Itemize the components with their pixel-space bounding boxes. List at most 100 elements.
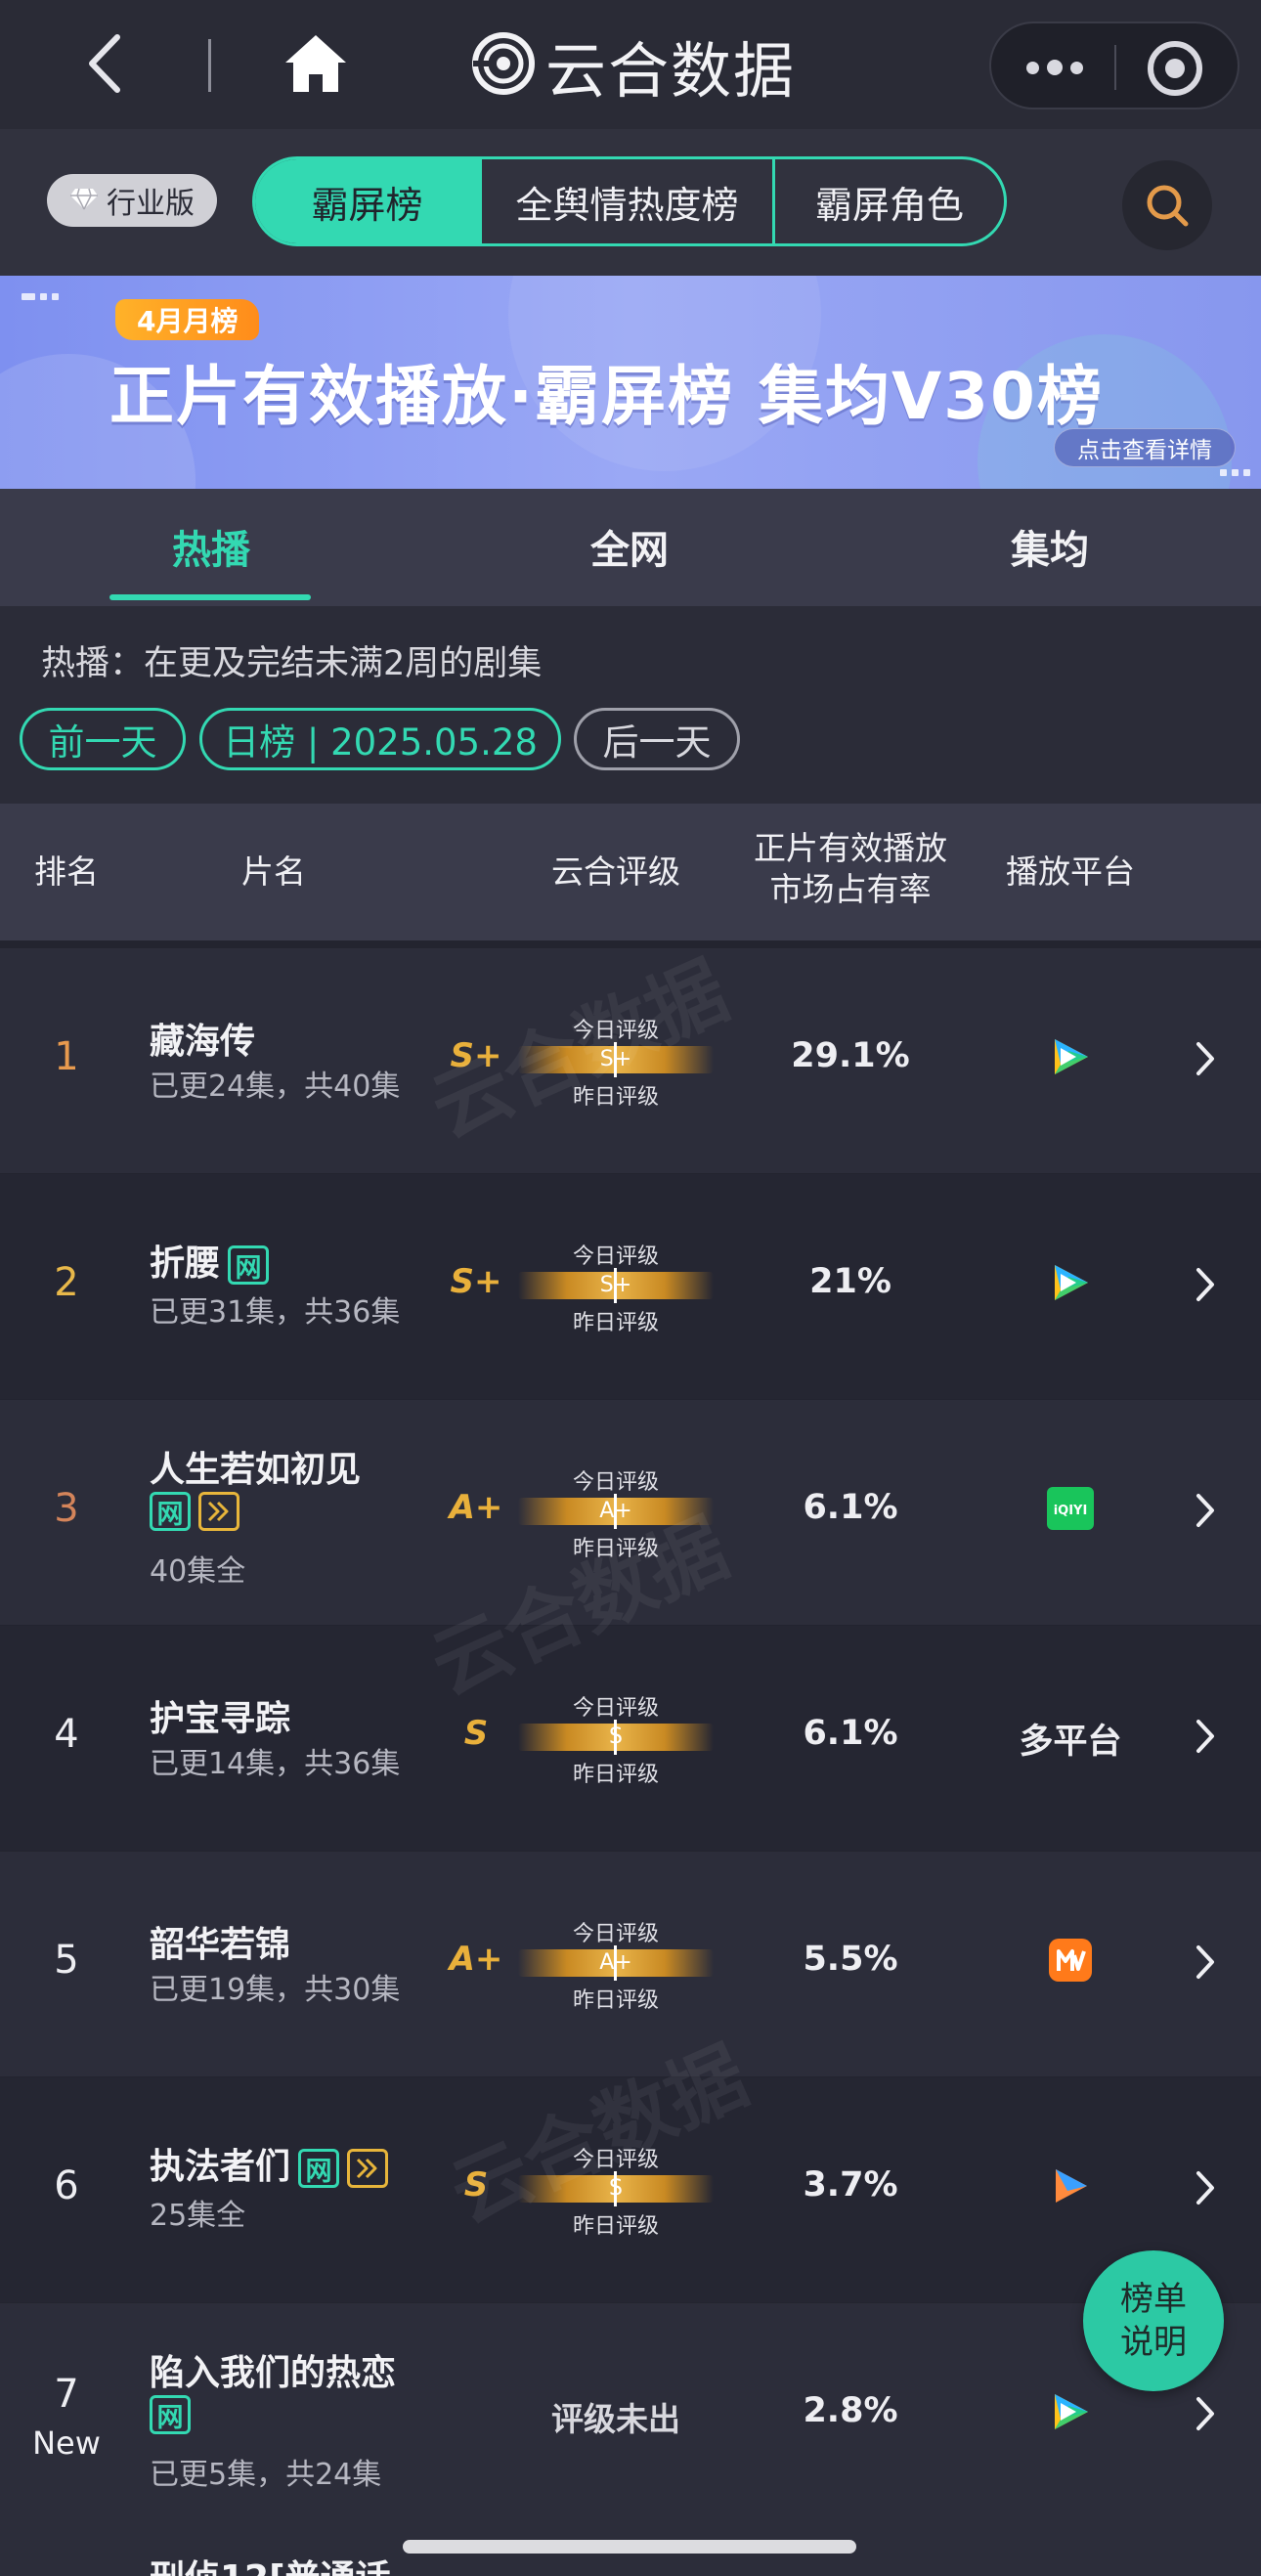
youku-icon	[978, 2163, 1163, 2208]
promo-banner[interactable]: 4月月榜 正片有效播放·霸屏榜 集均V30榜 点击查看详情	[0, 276, 1261, 489]
more-dots-icon[interactable]	[1011, 43, 1099, 92]
ranking-explanation-button[interactable]: 榜单 说明	[1083, 2250, 1224, 2391]
rating-bar-value: S+	[599, 1273, 632, 1297]
tab-per-episode[interactable]: 集均	[1011, 518, 1089, 575]
platform-label: 多平台	[1019, 1723, 1122, 1762]
tab-dominant-roles[interactable]: 霸屏角色	[775, 159, 1004, 243]
table-row[interactable]: 5 韶华若锦 已更19集，共30集 A+ 今日评级 A+ 昨日评级 5.5%	[0, 1852, 1261, 2076]
tab-all-network[interactable]: 全网	[590, 518, 669, 575]
episode-progress: 已更24集，共40集	[150, 1070, 401, 1104]
app-page: 云合数据 行业版 霸屏榜 全舆情热度榜 霸屏角色 4月月榜 正片有效播放·霸屏榜…	[0, 0, 1261, 2576]
today-rating-label: 今日评级	[572, 1019, 659, 1043]
home-icon[interactable]	[282, 31, 350, 96]
rating-bar-value: A+	[599, 1499, 632, 1523]
date-selector[interactable]: 日榜 | 2025.05.28	[199, 708, 561, 770]
today-rating-label: 今日评级	[572, 2148, 659, 2172]
svg-text:iQIYI: iQIYI	[1054, 1504, 1088, 1518]
tencent-video-icon	[978, 1260, 1163, 1305]
fab-label-line2: 说明	[1120, 2323, 1187, 2362]
industry-badge-label: 行业版	[107, 187, 195, 221]
tencent-video-icon	[978, 1034, 1163, 1079]
show-title: 执法者们网	[150, 2138, 389, 2189]
web-drama-tag: 网	[150, 2395, 191, 2434]
rank-number: 7	[54, 2372, 79, 2417]
active-tab-underline	[109, 594, 311, 600]
rating-bar-value: A+	[599, 1950, 632, 1975]
rank-number: 3	[54, 1486, 79, 1531]
month-tag: 4月月榜	[115, 299, 260, 340]
table-header: 排名 片名 云合评级 正片有效播放 市场占有率 播放平台	[0, 804, 1261, 940]
capsule-divider	[1114, 45, 1116, 90]
rating-grade: S+	[450, 1036, 502, 1075]
show-title: 护宝寻踪	[150, 1699, 291, 1739]
search-icon[interactable]	[1122, 160, 1212, 250]
episode-progress: 已更31集，共36集	[150, 1295, 401, 1330]
chevron-right-icon[interactable]	[1195, 1040, 1224, 1079]
today-rating-label: 今日评级	[572, 1696, 659, 1721]
rating-gauge: 今日评级 S+ 昨日评级	[518, 1239, 714, 1335]
rank-number: 4	[54, 1712, 79, 1757]
brand-name: 云合数据	[545, 35, 797, 107]
episode-progress: 已更5集，共24集	[150, 2458, 382, 2492]
chevron-right-icon[interactable]	[1195, 2169, 1224, 2208]
show-title: 藏海传	[150, 1022, 256, 1062]
today-rating-label: 今日评级	[572, 1922, 659, 1946]
rank-number: 5	[54, 1938, 79, 1983]
target-circle-icon[interactable]	[1148, 41, 1202, 96]
nav-divider	[208, 39, 211, 92]
market-share: 21%	[809, 1262, 891, 1301]
market-share: 6.1%	[803, 1714, 898, 1753]
carousel-indicator-left	[22, 293, 59, 300]
industry-edition-badge[interactable]: 行业版	[47, 174, 217, 227]
show-title: 折腰网	[150, 1235, 270, 1286]
home-indicator[interactable]	[403, 2540, 856, 2554]
mango-tv-icon	[978, 1938, 1163, 1983]
scope-tabs: 热播 全网 集均	[0, 489, 1261, 606]
table-row[interactable]: 6 执法者们网 25集全 S 今日评级 S 昨日评级 3.7%	[0, 2077, 1261, 2302]
header-platform: 播放平台	[1006, 852, 1135, 891]
table-row[interactable]: 3 人生若如初见网 40集全 A+ 今日评级 A+ 昨日评级 6.1% iQIYI	[0, 1400, 1261, 1625]
web-drama-tag: 网	[150, 1492, 191, 1531]
table-row[interactable]: 4 护宝寻踪 已更14集，共36集 S 今日评级 S 昨日评级 6.1% 多平台	[0, 1626, 1261, 1851]
table-row[interactable]: 2 折腰网已更31集，共36集 S+ 今日评级 S+ 昨日评级 21%	[0, 1174, 1261, 1399]
chevron-right-icon[interactable]	[1195, 2395, 1224, 2434]
ranking-type-tabs: 霸屏榜 全舆情热度榜 霸屏角色	[252, 156, 1007, 246]
tab-hot-airing[interactable]: 热播	[172, 518, 250, 575]
market-share: 29.1%	[791, 1036, 910, 1075]
rating-grade: S	[463, 2165, 489, 2205]
chevron-right-icon[interactable]	[1195, 1492, 1224, 1531]
rating-gauge: 今日评级 S 昨日评级	[518, 1690, 714, 1787]
yesterday-rating-label: 昨日评级	[572, 2214, 659, 2239]
next-day-button[interactable]: 后一天	[574, 708, 740, 770]
market-share: 6.1%	[803, 1488, 898, 1527]
prev-day-button[interactable]: 前一天	[20, 708, 186, 770]
yesterday-rating-label: 昨日评级	[572, 1988, 659, 2013]
rating-gauge: 今日评级 A+ 昨日评级	[518, 1916, 714, 2013]
web-drama-tag: 网	[298, 2149, 340, 2188]
rating-gauge: 今日评级 S+ 昨日评级	[518, 1013, 714, 1110]
rating-bar-value: S	[609, 2176, 623, 2201]
yesterday-rating-label: 昨日评级	[572, 1537, 659, 1561]
rating-grade: A+	[449, 1488, 503, 1527]
table-row[interactable]: 1 藏海传已更24集，共40集 S+ 今日评级 S+ 昨日评级 29.1%	[0, 948, 1261, 1173]
banner-details-button[interactable]: 点击查看详情	[1054, 428, 1236, 467]
tab-screen-dominance[interactable]: 霸屏榜	[255, 159, 482, 243]
rank-number: 2	[54, 1260, 79, 1305]
rank-number: 1	[54, 1034, 79, 1079]
market-share: 2.8%	[803, 2391, 898, 2430]
tab-public-opinion-heat[interactable]: 全舆情热度榜	[482, 159, 775, 243]
show-title: 陷入我们的热恋	[150, 2353, 397, 2393]
tencent-video-icon	[978, 2389, 1163, 2434]
exclusive-play-tag-icon	[347, 2149, 389, 2188]
rating-gauge: 今日评级 S 昨日评级	[518, 2142, 714, 2239]
table-row[interactable]: 7 New 陷入我们的热恋网已更5集，共24集 评级未出 2.8%	[0, 2303, 1261, 2528]
rating-grade: S	[463, 1714, 489, 1753]
yesterday-rating-label: 昨日评级	[572, 1311, 659, 1335]
chevron-right-icon[interactable]	[1195, 1943, 1224, 1983]
yesterday-rating-label: 昨日评级	[572, 1763, 659, 1787]
top-nav-bar: 云合数据	[0, 0, 1261, 129]
back-chevron-icon[interactable]	[76, 29, 135, 98]
chevron-right-icon[interactable]	[1195, 1266, 1224, 1305]
chevron-right-icon[interactable]	[1195, 1718, 1224, 1757]
ranking-header: 行业版 霸屏榜 全舆情热度榜 霸屏角色	[0, 129, 1261, 276]
